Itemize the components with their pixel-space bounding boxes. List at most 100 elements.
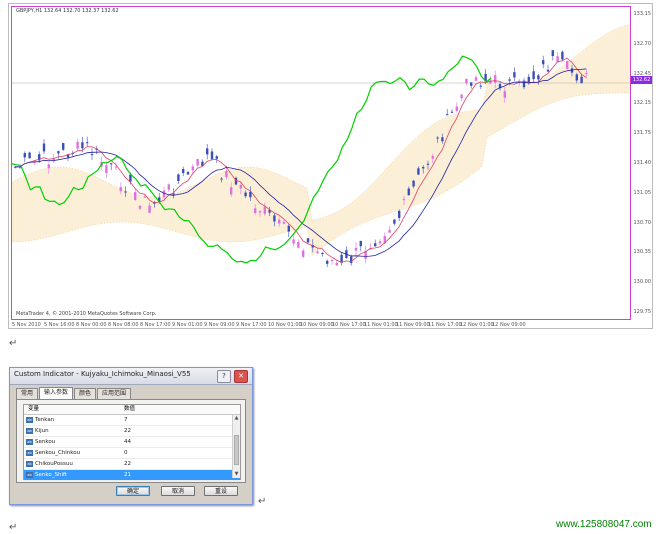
custom-indicator-dialog[interactable]: Custom Indicator - Kujyaku_Ichimoku_Mina… xyxy=(9,367,253,505)
candle-body xyxy=(42,143,46,152)
time-tick-label: 12 Nov 09:00 xyxy=(492,322,526,328)
price-tick-label: 129.75 xyxy=(633,309,652,315)
tab-colors[interactable]: 颜色 xyxy=(74,388,97,399)
chart-symbol-info: GBPJPY,H1 132.64 132.70 132.37 132.62 xyxy=(16,8,119,14)
candle-body xyxy=(282,221,286,224)
candle-body xyxy=(47,164,50,169)
candle-body xyxy=(302,250,305,257)
candle-body xyxy=(340,254,343,263)
time-tick-label: 5 Nov 2010 xyxy=(12,322,41,328)
candle-body xyxy=(105,165,108,174)
chart-svg xyxy=(12,24,630,267)
candle-body xyxy=(450,111,454,113)
price-tick-label: 131.05 xyxy=(633,189,652,196)
candle-body xyxy=(537,75,540,80)
candle-body xyxy=(263,206,266,214)
price-tick-label: 132.70 xyxy=(633,40,652,47)
candle-body xyxy=(172,193,175,195)
candle-body xyxy=(225,170,228,178)
candle-body xyxy=(220,178,223,180)
candle-body xyxy=(244,192,247,197)
cancel-button[interactable]: 取消 xyxy=(161,486,195,496)
candle-body xyxy=(124,191,127,193)
candle-body xyxy=(532,71,535,80)
table-row[interactable]: ab Senkou 44 xyxy=(24,437,240,448)
candle-body xyxy=(503,91,506,98)
parameter-name: Kijun xyxy=(35,428,49,434)
candle-body xyxy=(551,50,554,57)
time-tick-label: 8 Nov 08:00 xyxy=(108,322,139,328)
candle-body xyxy=(422,167,425,169)
table-scrollbar[interactable]: ▲ ▼ xyxy=(232,415,240,478)
table-row[interactable]: ab Senko_Shift 21 xyxy=(24,470,240,481)
parameter-name: Senko_Shift xyxy=(35,472,67,478)
time-tick-label: 9 Nov 09:00 xyxy=(204,322,235,328)
table-row[interactable]: ab Kijun 22 xyxy=(24,426,240,437)
candle-body xyxy=(62,143,65,150)
candle-body xyxy=(119,187,122,192)
candle-body xyxy=(441,137,444,142)
candle-body xyxy=(316,251,319,254)
parameter-type-icon: ab xyxy=(26,439,33,445)
candle-body xyxy=(57,151,60,154)
parameter-value[interactable]: 44 xyxy=(124,437,131,447)
time-tick-label: 5 Nov 16:00 xyxy=(44,322,75,328)
price-axis: 133.15 132.70 132.45 132.15 131.75 131.40 131.… xyxy=(631,6,653,320)
chart-frame: GBPJPY,H1 132.64 132.70 132.37 132.62 Me… xyxy=(8,3,653,329)
price-tick-label: 130.70 xyxy=(633,219,652,226)
time-tick-label: 9 Nov 17:00 xyxy=(236,322,267,328)
candle-body xyxy=(258,211,262,213)
close-button[interactable]: ✕ xyxy=(234,370,248,383)
ok-button[interactable]: 确定 xyxy=(116,486,150,496)
table-row[interactable]: ab ChikouPossuu 22 xyxy=(24,459,240,470)
candle-body xyxy=(335,262,338,266)
candle-body xyxy=(167,184,170,190)
parameters-table[interactable]: 变量 数值 ab Tenkan 7 ab Kijun 22 ab Senkou 44 ab Senk… xyxy=(23,404,241,481)
candle-body xyxy=(273,215,276,222)
chart-plot-area[interactable]: GBPJPY,H1 132.64 132.70 132.37 132.62 Me… xyxy=(11,6,631,320)
parameter-value[interactable]: 22 xyxy=(124,426,131,436)
price-tick-label: 132.15 xyxy=(633,100,652,107)
parameter-value[interactable]: 7 xyxy=(124,415,128,425)
scroll-up-icon[interactable]: ▲ xyxy=(233,415,240,422)
candle-body xyxy=(585,73,588,75)
parameter-value[interactable]: 22 xyxy=(124,459,131,469)
dialog-title: Custom Indicator - Kujyaku_Ichimoku_Mina… xyxy=(14,370,191,378)
table-row[interactable]: ab Tenkan 7 xyxy=(24,415,240,426)
help-button[interactable]: ? xyxy=(217,370,231,383)
header-variable[interactable]: 变量 xyxy=(28,405,39,414)
candle-body xyxy=(177,174,180,182)
parameter-value[interactable]: 21 xyxy=(124,470,131,480)
parameter-value[interactable]: 0 xyxy=(124,448,128,458)
tab-visualization[interactable]: 应用范围 xyxy=(97,388,132,399)
mt4-chart-window[interactable]: GBPJPY,H1 132.64 132.70 132.37 132.62 Me… xyxy=(8,3,653,329)
candle-body xyxy=(566,60,569,69)
candle-body xyxy=(407,188,410,196)
time-tick-label: 11 Nov 09:00 xyxy=(396,322,430,328)
tab-common[interactable]: 常用 xyxy=(16,388,39,399)
table-row[interactable]: ab Senkou_Chinkou 0 xyxy=(24,448,240,459)
candle-body xyxy=(114,166,118,168)
dialog-titlebar[interactable]: Custom Indicator - Kujyaku_Ichimoku_Mina… xyxy=(10,368,252,385)
paragraph-mark: ↵ xyxy=(258,496,267,507)
reset-button[interactable]: 重设 xyxy=(204,486,238,496)
candle-body xyxy=(297,241,300,248)
candle-body xyxy=(292,239,295,244)
candle-body xyxy=(479,85,482,87)
candle-body xyxy=(86,142,89,144)
time-tick-label: 11 Nov 01:00 xyxy=(364,322,398,328)
candle-body xyxy=(374,243,377,247)
price-tick-label: 130.00 xyxy=(633,279,652,286)
candle-body xyxy=(508,79,511,81)
candle-body xyxy=(359,240,362,247)
candle-body xyxy=(412,180,415,187)
candle-body xyxy=(76,142,79,149)
tab-inputs[interactable]: 输入参数 xyxy=(39,387,74,399)
scroll-thumb[interactable] xyxy=(234,435,239,465)
header-value[interactable]: 数值 xyxy=(124,405,135,414)
kumo-cloud xyxy=(12,24,630,256)
candle-body xyxy=(513,72,516,78)
candle-body xyxy=(398,210,401,218)
candle-body xyxy=(436,137,439,139)
scroll-down-icon[interactable]: ▼ xyxy=(233,471,240,478)
